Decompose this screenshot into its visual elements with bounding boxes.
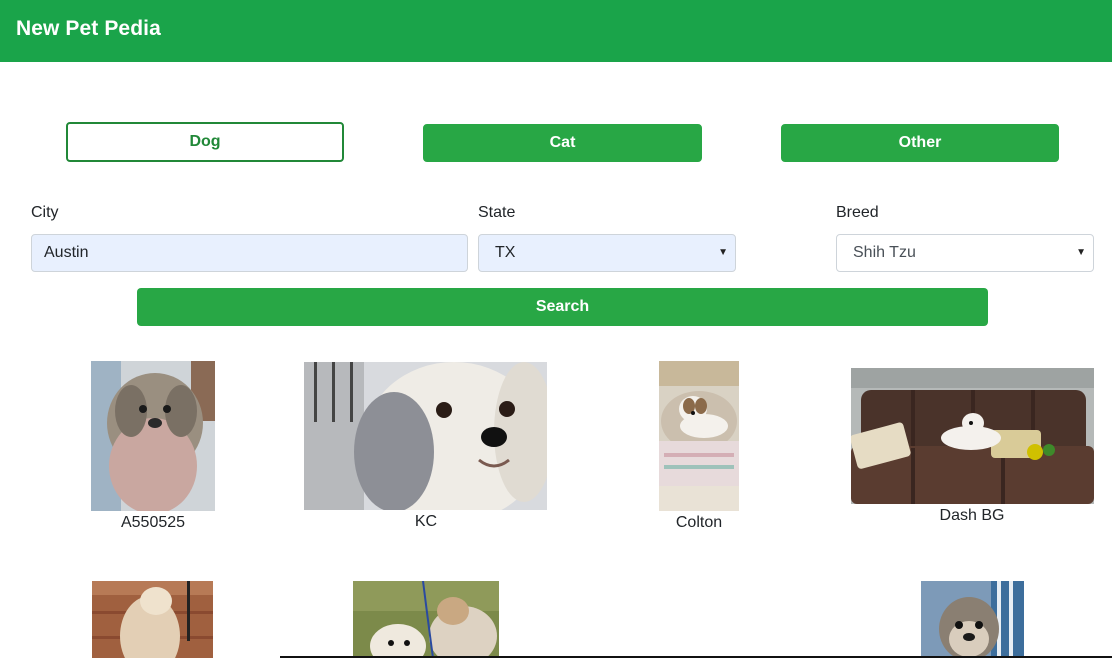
- breed-label: Breed: [836, 204, 879, 221]
- pet-photo[interactable]: [659, 361, 739, 511]
- pet-photo[interactable]: [851, 368, 1094, 504]
- state-select-value: TX: [495, 244, 516, 261]
- dog-type-button[interactable]: Dog: [66, 122, 344, 162]
- breed-select-value: Shih Tzu: [853, 244, 916, 261]
- pet-name[interactable]: A550525: [53, 514, 253, 532]
- other-type-button[interactable]: Other: [781, 124, 1059, 162]
- pet-photo[interactable]: [91, 361, 215, 511]
- city-input[interactable]: Austin: [31, 234, 468, 272]
- breed-select[interactable]: Shih Tzu ▼: [836, 234, 1094, 272]
- pet-photo[interactable]: [304, 362, 547, 510]
- pet-photo[interactable]: [353, 581, 499, 658]
- pet-photo[interactable]: [921, 581, 1024, 658]
- pet-name[interactable]: Dash BG: [872, 507, 1072, 525]
- city-label: City: [31, 204, 59, 221]
- search-button[interactable]: Search: [137, 288, 988, 326]
- cat-type-button[interactable]: Cat: [423, 124, 702, 162]
- city-input-value: Austin: [44, 244, 89, 261]
- navbar: New Pet Pedia: [0, 0, 1112, 62]
- pet-name[interactable]: KC: [326, 513, 526, 531]
- chevron-down-icon: ▼: [718, 247, 728, 258]
- state-select[interactable]: TX ▼: [478, 234, 736, 272]
- state-label: State: [478, 204, 516, 221]
- brand-title[interactable]: New Pet Pedia: [16, 17, 161, 41]
- pet-photo[interactable]: [92, 581, 213, 658]
- chevron-down-icon: ▼: [1076, 247, 1086, 258]
- pet-name[interactable]: Colton: [599, 514, 799, 532]
